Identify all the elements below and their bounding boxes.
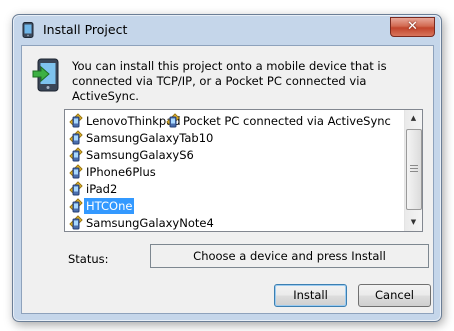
device-item-label: iPad2 (86, 182, 118, 196)
device-list-items: LenovoThinkpad Pocket PC connected via A… (65, 110, 405, 231)
close-button[interactable]: ✕ (390, 17, 435, 37)
device-item-label: Pocket PC connected via ActiveSync (183, 114, 391, 128)
install-to-device-icon (32, 58, 60, 92)
chevron-up-icon: ▲ (410, 114, 417, 122)
mobile-device-icon (69, 130, 83, 146)
mobile-device-icon (69, 113, 83, 129)
mobile-device-icon (69, 164, 83, 180)
device-item-label: HTCOne (84, 198, 135, 214)
grip-icon (410, 165, 418, 172)
install-project-dialog: Install Project ✕ You can install this p… (12, 14, 442, 322)
mobile-device-icon (69, 198, 83, 214)
scroll-down-button[interactable]: ▼ (405, 214, 422, 231)
status-value: Choose a device and press Install (150, 244, 429, 268)
device-item-label: SamsungGalaxyS6 (86, 148, 194, 162)
scroll-up-button[interactable]: ▲ (405, 110, 422, 127)
dialog-content: You can install this project onto a mobi… (21, 45, 434, 314)
status-label: Status: (68, 252, 109, 266)
mobile-device-icon (166, 113, 180, 129)
device-item-label: SamsungGalaxyNote4 (86, 216, 214, 230)
cancel-button[interactable]: Cancel (358, 284, 431, 307)
chevron-down-icon: ▼ (410, 218, 417, 226)
mobile-device-icon (69, 147, 83, 163)
device-item-label: SamsungGalaxyTab10 (86, 131, 214, 145)
device-listbox[interactable]: LenovoThinkpad Pocket PC connected via A… (64, 109, 423, 232)
vertical-scrollbar[interactable]: ▲ ▼ (404, 110, 422, 231)
window-title: Install Project (43, 22, 128, 37)
install-button[interactable]: Install (274, 284, 347, 307)
mobile-device-icon (69, 181, 83, 197)
close-icon: ✕ (407, 19, 418, 34)
title-bar[interactable]: Install Project ✕ (13, 15, 441, 45)
device-item-label: IPhone6Plus (86, 165, 156, 179)
mobile-device-icon (21, 22, 35, 38)
scrollbar-thumb[interactable] (406, 129, 422, 210)
mobile-device-icon (69, 215, 83, 231)
intro-text: You can install this project onto a mobi… (72, 59, 387, 103)
